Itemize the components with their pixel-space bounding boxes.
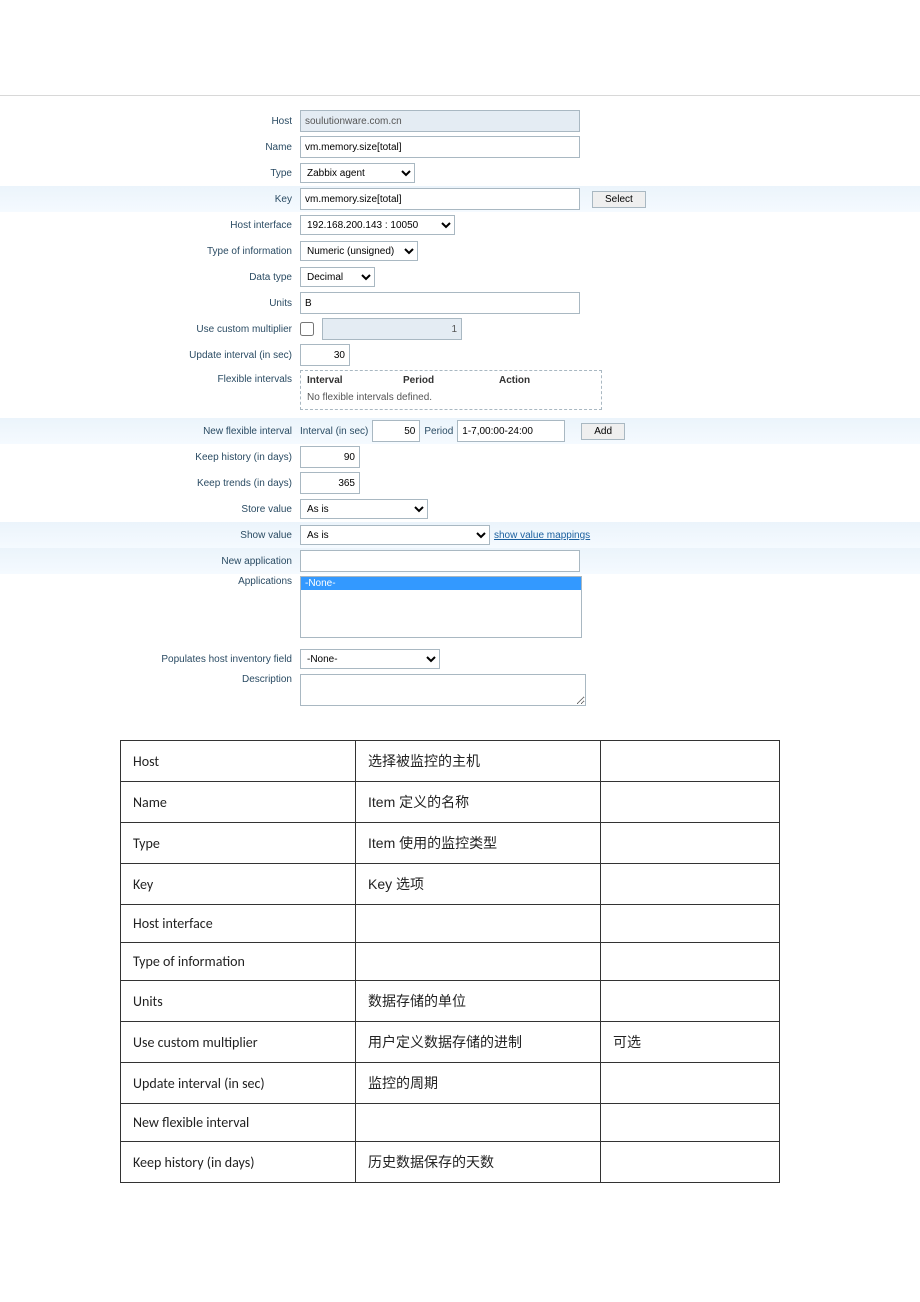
flex-col-action: Action [499,375,595,386]
desc-field: Host interface [121,905,356,943]
field-description-table: Host选择被监控的主机NameItem 定义的名称TypeItem 使用的监控… [120,740,780,1183]
keep-trends-label: Keep trends (in days) [0,478,300,489]
store-value-label: Store value [0,504,300,515]
name-input[interactable] [300,136,580,158]
table-row: Keep history (in days)历史数据保存的天数 [121,1142,780,1183]
table-row: NameItem 定义的名称 [121,782,780,823]
table-row: Type of information [121,943,780,981]
desc-text [356,1104,601,1142]
desc-field: New flexible interval [121,1104,356,1142]
show-value-mappings-link[interactable]: show value mappings [494,530,590,541]
update-interval-label: Update interval (in sec) [0,350,300,361]
flex-empty-text: No flexible intervals defined. [301,390,601,409]
desc-text: 数据存储的单位 [356,981,601,1022]
desc-text: 用户定义数据存储的进制 [356,1022,601,1063]
store-value-select[interactable]: As is [300,499,428,519]
desc-field: Keep history (in days) [121,1142,356,1183]
type-of-info-select[interactable]: Numeric (unsigned) [300,241,418,261]
desc-note [601,943,780,981]
type-label: Type [0,168,300,179]
keep-history-input[interactable] [300,446,360,468]
desc-text: 历史数据保存的天数 [356,1142,601,1183]
desc-note [601,823,780,864]
desc-text: 选择被监控的主机 [356,741,601,782]
desc-text [356,905,601,943]
show-value-select[interactable]: As is [300,525,490,545]
new-flexible-interval-label: New flexible interval [0,426,300,437]
desc-field: Units [121,981,356,1022]
custom-multiplier-input[interactable] [322,318,462,340]
show-value-label: Show value [0,530,300,541]
table-row: KeyKey 选项 [121,864,780,905]
applications-label: Applications [0,576,300,587]
add-flex-interval-button[interactable]: Add [581,423,625,440]
select-key-button[interactable]: Select [592,191,646,208]
desc-field: Type of information [121,943,356,981]
new-flex-period-input[interactable] [457,420,565,442]
desc-note [601,1104,780,1142]
new-flex-interval-input[interactable] [372,420,420,442]
desc-field: Update interval (in sec) [121,1063,356,1104]
data-type-select[interactable]: Decimal [300,267,375,287]
desc-text: 监控的周期 [356,1063,601,1104]
desc-note [601,1063,780,1104]
description-label: Description [0,674,300,685]
applications-selected-option[interactable]: -None- [301,577,581,590]
update-interval-input[interactable] [300,344,350,366]
data-type-label: Data type [0,272,300,283]
desc-field: Key [121,864,356,905]
units-label: Units [0,298,300,309]
applications-listbox[interactable]: -None- [300,576,582,638]
custom-multiplier-checkbox[interactable] [300,322,314,336]
type-select[interactable]: Zabbix agent [300,163,415,183]
host-interface-select[interactable]: 192.168.200.143 : 10050 [300,215,455,235]
desc-field: Use custom multiplier [121,1022,356,1063]
interval-inline-label: Interval (in sec) [300,426,368,437]
desc-field: Type [121,823,356,864]
host-input[interactable] [300,110,580,132]
key-input[interactable] [300,188,580,210]
custom-multiplier-label: Use custom multiplier [0,324,300,335]
desc-text: Key 选项 [356,864,601,905]
desc-field: Host [121,741,356,782]
table-row: New flexible interval [121,1104,780,1142]
name-label: Name [0,142,300,153]
desc-note [601,741,780,782]
desc-field: Name [121,782,356,823]
table-row: Use custom multiplier用户定义数据存储的进制可选 [121,1022,780,1063]
type-of-info-label: Type of information [0,246,300,257]
populates-inventory-select[interactable]: -None- [300,649,440,669]
desc-note [601,981,780,1022]
table-row: Units数据存储的单位 [121,981,780,1022]
desc-text [356,943,601,981]
new-application-label: New application [0,556,300,567]
host-interface-label: Host interface [0,220,300,231]
flexible-intervals-table: Interval Period Action No flexible inter… [300,370,602,410]
desc-note: 可选 [601,1022,780,1063]
keep-trends-input[interactable] [300,472,360,494]
host-label: Host [0,116,300,127]
desc-note [601,782,780,823]
table-row: Update interval (in sec)监控的周期 [121,1063,780,1104]
desc-note [601,905,780,943]
desc-text: Item 使用的监控类型 [356,823,601,864]
table-row: Host interface [121,905,780,943]
populates-inventory-label: Populates host inventory field [0,654,300,665]
period-inline-label: Period [424,426,453,437]
table-row: TypeItem 使用的监控类型 [121,823,780,864]
key-label: Key [0,194,300,205]
flex-col-interval: Interval [307,375,403,386]
description-textarea[interactable] [300,674,586,706]
new-application-input[interactable] [300,550,580,572]
flexible-intervals-label: Flexible intervals [0,370,300,385]
flex-col-period: Period [403,375,499,386]
table-row: Host选择被监控的主机 [121,741,780,782]
desc-note [601,1142,780,1183]
desc-note [601,864,780,905]
units-input[interactable] [300,292,580,314]
keep-history-label: Keep history (in days) [0,452,300,463]
desc-text: Item 定义的名称 [356,782,601,823]
